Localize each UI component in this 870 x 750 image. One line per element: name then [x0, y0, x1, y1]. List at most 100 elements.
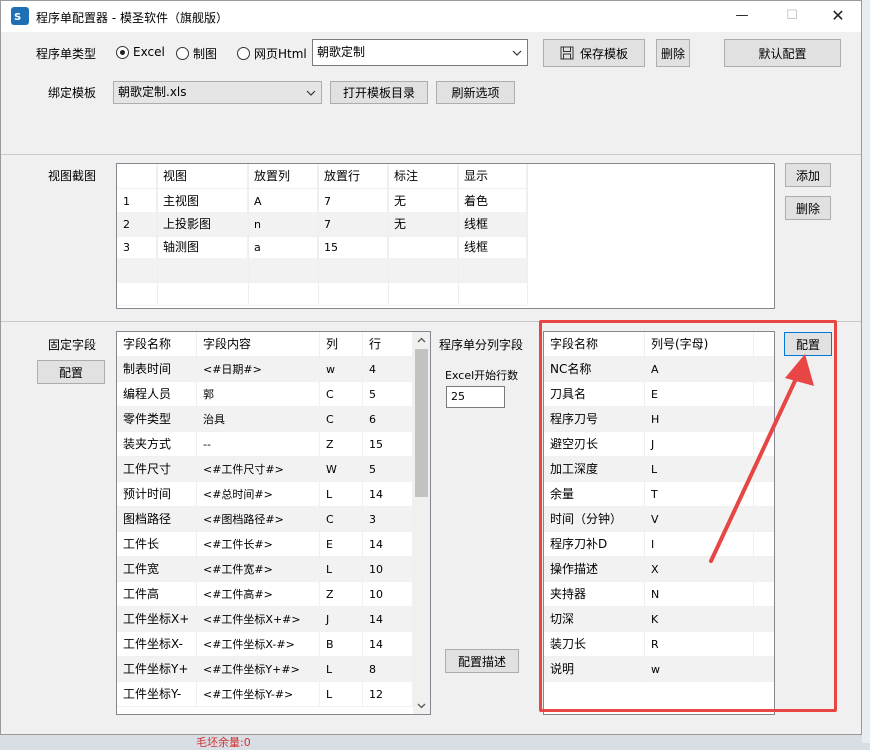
display: 着色 [458, 189, 527, 214]
table-cell: E [320, 532, 363, 557]
table-row[interactable]: 工件宽 <#工件宽#> L 10 [117, 557, 430, 582]
table-cell: 工件宽 [117, 557, 197, 582]
radio-excel[interactable]: Excel [116, 45, 165, 59]
excel-start-input[interactable]: 25 [446, 386, 505, 408]
table-row[interactable]: 1 主视图 A 7 无 着色 [117, 189, 527, 214]
table-cell: <#工件长#> [197, 532, 320, 557]
table-cell: 制表时间 [117, 357, 197, 382]
place-row: 7 [318, 212, 388, 237]
refresh-options-button[interactable]: 刷新选项 [436, 81, 515, 104]
bind-file-combo[interactable]: 朝歌定制.xls [113, 81, 322, 104]
config-description-button[interactable]: 配置描述 [445, 649, 519, 673]
table-row[interactable]: 工件坐标Y- <#工件坐标Y-#> L 12 [117, 682, 430, 707]
fixed-grid-scrollbar[interactable] [413, 332, 430, 714]
table-cell: 工件坐标X- [117, 632, 197, 657]
table-cell: <#工件坐标X-#> [197, 632, 320, 657]
table-row[interactable]: 编程人员郭 C 5 [117, 382, 430, 407]
delete-template-button[interactable]: 删除 [656, 39, 690, 67]
table-cell: 14 [363, 482, 413, 507]
table-cell: w [320, 357, 363, 382]
table-row[interactable]: 预计时间 <#总时间#> L 14 [117, 482, 430, 507]
table-cell: L [320, 482, 363, 507]
annotation: 无 [388, 212, 458, 237]
table-row[interactable]: 工件尺寸 <#工件尺寸#> W 5 [117, 457, 430, 482]
column-divider [527, 164, 528, 304]
radio-drawing[interactable]: 制图 [176, 45, 217, 62]
table-cell: 工件坐标Y+ [117, 657, 197, 682]
place-col: n [248, 212, 318, 237]
table-cell: <#总时间#> [197, 482, 320, 507]
radio-excel-label: Excel [133, 45, 165, 59]
table-cell: <#工件尺寸#> [197, 457, 320, 482]
table-cell: 编程人员 [117, 382, 197, 407]
scroll-thumb[interactable] [415, 349, 428, 497]
view-grid-header: 视图 放置列 放置行 标注 显示 [117, 164, 527, 189]
table-cell: 12 [363, 682, 413, 707]
program-type-label: 程序单类型 [36, 47, 97, 61]
table-cell: 3 [363, 507, 413, 532]
table-row[interactable]: 工件坐标Y+ <#工件坐标Y+#> L 8 [117, 657, 430, 682]
row-index: 3 [117, 235, 157, 260]
minimize-button[interactable]: — [719, 1, 765, 32]
table-row[interactable]: 工件长 <#工件长#> E 14 [117, 532, 430, 557]
save-template-label: 保存模板 [579, 46, 628, 61]
table-cell: -- [197, 432, 320, 457]
table-cell: 5 [363, 457, 413, 482]
chevron-down-icon [306, 90, 316, 96]
table-cell: L [320, 682, 363, 707]
table-cell: 工件坐标X+ [117, 607, 197, 632]
fixed-config-button[interactable]: 配置 [37, 360, 105, 384]
template-name-value: 朝歌定制 [317, 45, 366, 59]
excel-start-label: Excel开始行数 [445, 369, 519, 382]
annotation-arrow-icon [709, 354, 814, 563]
view-name: 轴测图 [157, 235, 248, 260]
template-name-combo[interactable]: 朝歌定制 [312, 39, 528, 66]
table-row[interactable]: 装夹方式 -- Z 15 [117, 432, 430, 457]
scroll-down-icon[interactable] [413, 697, 430, 714]
scroll-up-icon[interactable] [413, 332, 430, 349]
add-view-button[interactable]: 添加 [785, 163, 831, 187]
row-index: 2 [117, 212, 157, 237]
table-row[interactable]: 工件高 <#工件高#> Z 10 [117, 582, 430, 607]
table-cell: 10 [363, 557, 413, 582]
place-col: A [248, 189, 318, 214]
column-divider [157, 164, 158, 304]
grid-header: 字段名称 字段内容列行 [117, 332, 430, 357]
annotation: 无 [388, 189, 458, 214]
save-icon [560, 46, 574, 59]
open-template-dir-button[interactable]: 打开模板目录 [330, 81, 428, 104]
save-template-button[interactable]: 保存模板 [543, 39, 645, 67]
excel-start-value: 25 [451, 390, 465, 403]
table-row[interactable]: 2 上投影图 n 7 无 线框 [117, 212, 527, 237]
table-row[interactable]: 零件类型 治具 C 6 [117, 407, 430, 432]
column-divider [388, 164, 389, 304]
table-row[interactable]: 工件坐标X- <#工件坐标X-#> B 14 [117, 632, 430, 657]
table-cell: W [320, 457, 363, 482]
radio-html-label: 网页Html [254, 47, 307, 61]
maximize-button[interactable]: ☐ [769, 1, 815, 32]
radio-html[interactable]: 网页Html [237, 45, 307, 62]
header-cell: 列 [320, 332, 363, 357]
fixed-fields-grid[interactable]: 字段名称 字段内容列行制表时间 <#日期#> w 4 编程人员郭 C 5 零件类型 治具 C 6 装夹方… [116, 331, 431, 715]
table-row[interactable]: 图档路径 <#图档路径#> C 3 [117, 507, 430, 532]
close-button[interactable]: ✕ [815, 1, 861, 32]
table-row[interactable]: 制表时间 <#日期#> w 4 [117, 357, 430, 382]
row-index: 1 [117, 189, 157, 214]
table-row[interactable]: 工件坐标X+ <#工件坐标X+#> J 14 [117, 607, 430, 632]
delete-view-button[interactable]: 删除 [785, 196, 831, 220]
bind-file-value: 朝歌定制.xls [118, 85, 187, 99]
default-config-button[interactable]: 默认配置 [724, 39, 841, 67]
table-cell: 郭 [197, 382, 320, 407]
table-cell: 6 [363, 407, 413, 432]
empty-row [117, 281, 527, 306]
table-row[interactable]: 3 轴测图 a 15 线框 [117, 235, 527, 260]
view-grid[interactable]: 视图 放置列 放置行 标注 显示 1 主视图 A 7 无 着色 2 上投影图 n… [116, 163, 775, 309]
empty-row [117, 258, 527, 283]
table-cell: <#工件高#> [197, 582, 320, 607]
table-cell: 15 [363, 432, 413, 457]
table-cell: B [320, 632, 363, 657]
header-cell: 视图 [157, 164, 248, 189]
header-cell: 放置列 [248, 164, 318, 189]
split-fields-label: 程序单分列字段 [439, 338, 524, 352]
table-cell: 图档路径 [117, 507, 197, 532]
